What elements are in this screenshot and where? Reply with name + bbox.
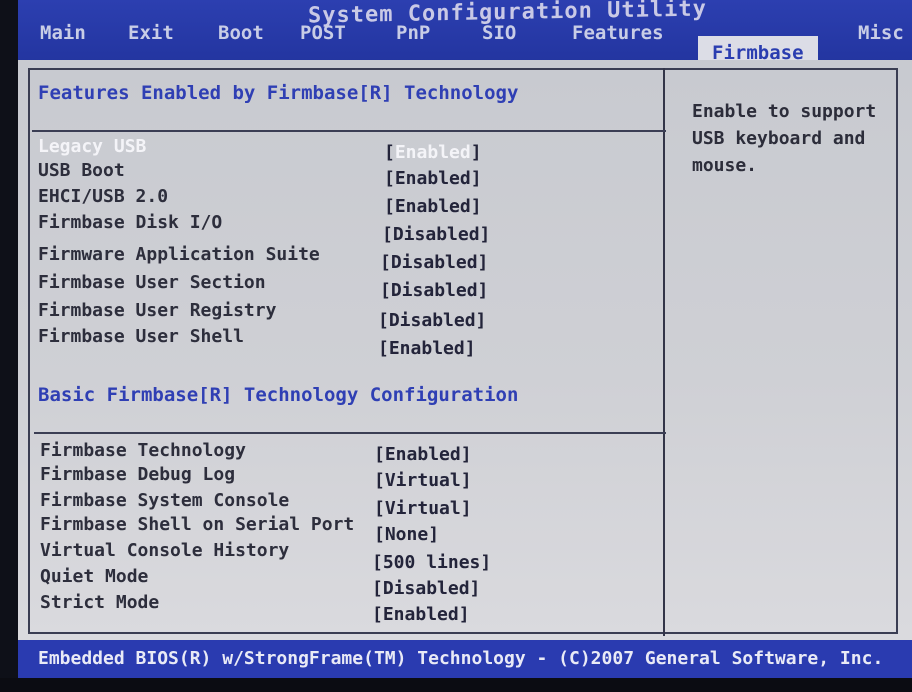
- monitor-bezel-bottom: [0, 678, 912, 692]
- setting-value-usb-boot[interactable]: [Enabled]: [384, 168, 482, 189]
- setting-label-legacy-usb[interactable]: Legacy USB: [38, 136, 146, 157]
- monitor-bezel-left: [0, 0, 18, 692]
- tab-misc[interactable]: Misc: [858, 22, 904, 44]
- tab-post[interactable]: POST: [300, 22, 346, 44]
- status-footer: Embedded BIOS(R) w/StrongFrame(TM) Techn…: [18, 640, 912, 678]
- setting-value-console-history[interactable]: [500 lines]: [372, 552, 491, 573]
- tab-pnp[interactable]: PnP: [396, 22, 430, 44]
- setting-value-firmbase-disk-io[interactable]: [Disabled]: [382, 224, 490, 245]
- tab-main[interactable]: Main: [40, 22, 86, 44]
- setting-label-quiet-mode[interactable]: Quiet Mode: [40, 566, 148, 587]
- setting-label-usb-boot[interactable]: USB Boot: [38, 160, 125, 181]
- setting-label-system-console[interactable]: Firmbase System Console: [40, 490, 289, 511]
- bios-screen: System Configuration Utility Main Exit B…: [0, 0, 912, 692]
- setting-label-user-section[interactable]: Firmbase User Section: [38, 272, 266, 293]
- copyright-text: Embedded BIOS(R) w/StrongFrame(TM) Techn…: [38, 648, 884, 669]
- setting-label-strict-mode[interactable]: Strict Mode: [40, 592, 159, 613]
- section-separator: [32, 130, 666, 132]
- setting-label-firmbase-disk-io[interactable]: Firmbase Disk I/O: [38, 212, 222, 233]
- menu-bar: System Configuration Utility Main Exit B…: [18, 0, 912, 74]
- tab-boot[interactable]: Boot: [218, 22, 264, 44]
- setting-value-ehci-usb[interactable]: [Enabled]: [384, 196, 482, 217]
- tab-exit[interactable]: Exit: [128, 22, 174, 44]
- setting-label-shell-serial-port[interactable]: Firmbase Shell on Serial Port: [40, 514, 354, 535]
- setting-value-strict-mode[interactable]: [Enabled]: [372, 604, 470, 625]
- setting-label-ehci-usb[interactable]: EHCI/USB 2.0: [38, 186, 168, 207]
- setting-value-system-console[interactable]: [Virtual]: [374, 498, 472, 519]
- section-separator: [34, 432, 666, 434]
- setting-label-user-registry[interactable]: Firmbase User Registry: [38, 300, 276, 321]
- help-text: Enable to support USB keyboard and mouse…: [692, 101, 888, 176]
- setting-value-quiet-mode[interactable]: [Disabled]: [372, 578, 480, 599]
- tab-features[interactable]: Features: [572, 22, 664, 44]
- setting-value-user-registry[interactable]: [Disabled]: [378, 310, 486, 331]
- setting-value-firmware-app-suite[interactable]: [Disabled]: [380, 252, 488, 273]
- setting-value-debug-log[interactable]: [Virtual]: [374, 470, 472, 491]
- setting-value-legacy-usb[interactable]: [Enabled]: [384, 142, 482, 163]
- setting-label-firmware-app-suite[interactable]: Firmware Application Suite: [38, 244, 320, 265]
- setting-value-user-shell[interactable]: [Enabled]: [378, 338, 476, 359]
- setting-value-shell-serial-port[interactable]: [None]: [374, 524, 439, 545]
- setting-label-console-history[interactable]: Virtual Console History: [40, 540, 289, 561]
- help-divider: [663, 68, 665, 636]
- setting-label-debug-log[interactable]: Firmbase Debug Log: [40, 464, 235, 485]
- setting-value-user-section[interactable]: [Disabled]: [380, 280, 488, 301]
- tab-sio[interactable]: SIO: [482, 22, 516, 44]
- setting-label-user-shell[interactable]: Firmbase User Shell: [38, 326, 244, 347]
- section-title-features: Features Enabled by Firmbase[R] Technolo…: [38, 82, 519, 104]
- setting-label-firmbase-technology[interactable]: Firmbase Technology: [40, 440, 246, 461]
- setting-value-firmbase-technology[interactable]: [Enabled]: [374, 444, 472, 465]
- section-title-basic-config: Basic Firmbase[R] Technology Configurati…: [38, 384, 519, 406]
